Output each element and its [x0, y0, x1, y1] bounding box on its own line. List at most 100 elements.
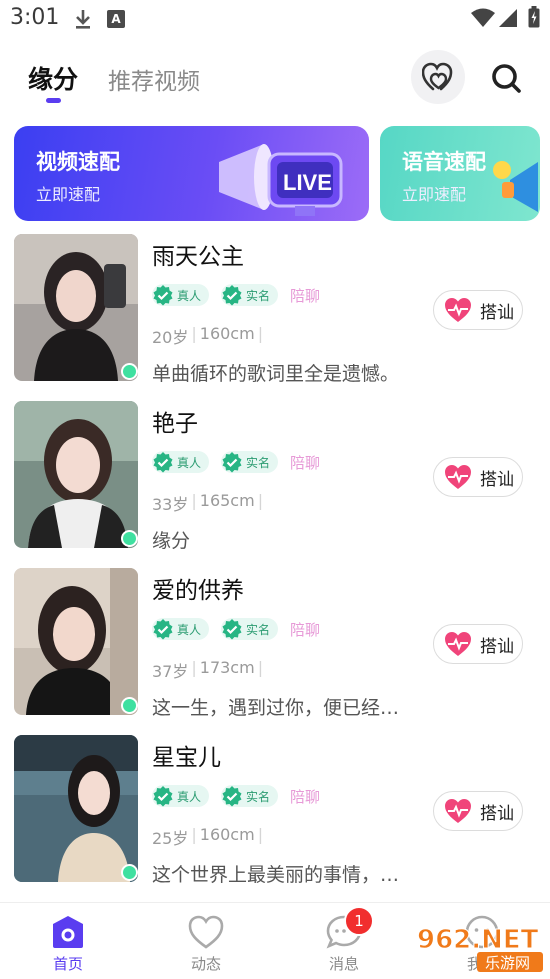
- real-person-tag: 真人: [152, 785, 210, 807]
- verified-badge-icon: [222, 452, 242, 473]
- tag-row: 真人 实名 陪聊: [152, 618, 320, 640]
- user-meta: 37岁 | 173cm |: [152, 658, 264, 681]
- online-indicator: [121, 363, 138, 380]
- user-height: 173cm: [199, 658, 255, 677]
- user-card[interactable]: 艳子 真人 实名 陪聊 33岁 | 165cm | 缘分 搭讪: [0, 401, 550, 568]
- heartbeat-icon: [445, 298, 471, 322]
- download-icon: [76, 10, 90, 29]
- real-person-tag: 真人: [152, 284, 210, 306]
- match-button[interactable]: [411, 50, 465, 104]
- greet-button[interactable]: 搭讪: [433, 624, 523, 664]
- search-icon[interactable]: [490, 62, 522, 94]
- banner-subtitle: 立即速配: [36, 185, 101, 204]
- tag-label: 真人: [177, 622, 202, 637]
- user-meta: 25岁 | 160cm |: [152, 825, 264, 848]
- user-height: 160cm: [199, 825, 255, 844]
- heartbeat-icon: [445, 632, 471, 656]
- user-age: 25岁: [152, 829, 189, 848]
- speaker-art: [493, 161, 538, 212]
- heartbeat-icon: [445, 465, 471, 489]
- user-name: 艳子: [152, 411, 198, 437]
- wifi-icon: [471, 8, 495, 27]
- tag-label: 真人: [177, 288, 202, 303]
- nav-label: 动态: [190, 955, 221, 973]
- greet-label: 搭讪: [480, 636, 514, 657]
- user-card[interactable]: 星宝儿 真人 实名 陪聊 25岁 | 160cm | 这个世界上最美丽的事情，… 搭讪: [0, 735, 550, 902]
- tag-label: 实名: [246, 622, 271, 637]
- verified-badge-icon: [222, 285, 242, 306]
- avatar[interactable]: [14, 234, 138, 381]
- status-time: 3:01: [10, 5, 60, 30]
- svg-text:LIVE: LIVE: [283, 170, 332, 195]
- tab-recommended-videos[interactable]: 推荐视频: [108, 62, 200, 96]
- nav-moments[interactable]: 动态: [166, 903, 246, 979]
- tag-label: 真人: [177, 789, 202, 804]
- nav-messages[interactable]: 1 消息: [304, 903, 384, 979]
- user-height: 165cm: [199, 491, 255, 510]
- chat-tag: 陪聊: [290, 453, 321, 472]
- status-bar: 3:01 A: [0, 0, 550, 36]
- battery-icon: [528, 6, 540, 28]
- user-name: 星宝儿: [152, 745, 221, 771]
- real-name-tag: 实名: [221, 284, 279, 306]
- user-signature: 这个世界上最美丽的事情，…: [152, 864, 400, 886]
- user-name: 雨天公主: [152, 244, 244, 270]
- user-meta: 20岁 | 160cm |: [152, 324, 264, 347]
- verified-badge-icon: [222, 786, 242, 807]
- chat-tag: 陪聊: [290, 787, 321, 806]
- tag-label: 实名: [246, 789, 271, 804]
- online-indicator: [121, 864, 138, 881]
- greet-label: 搭讪: [480, 803, 514, 824]
- greet-button[interactable]: 搭讪: [433, 791, 523, 831]
- tag-row: 真人 实名 陪聊: [152, 451, 320, 473]
- double-heart-icon: [422, 62, 453, 91]
- greet-button[interactable]: 搭讪: [433, 457, 523, 497]
- greet-label: 搭讪: [480, 469, 514, 490]
- user-card[interactable]: 爱的供养 真人 实名 陪聊 37岁 | 173cm | 这一生，遇到过你，便已经… 搭…: [0, 568, 550, 735]
- nav-label: 消息: [328, 955, 359, 973]
- voice-match-banner[interactable]: 语音速配 立即速配: [380, 126, 540, 221]
- nav-label: 首页: [52, 955, 83, 973]
- verified-badge-icon: [222, 619, 242, 640]
- home-icon: [53, 916, 83, 948]
- online-indicator: [121, 530, 138, 547]
- verified-badge-icon: [153, 619, 173, 640]
- user-card[interactable]: 雨天公主 真人 实名 陪聊 20岁 | 160cm | 单曲循环的歌词里全是遗憾。 搭…: [0, 234, 550, 401]
- verified-badge-icon: [153, 285, 173, 306]
- chat-tag: 陪聊: [290, 286, 321, 305]
- avatar[interactable]: [14, 401, 138, 548]
- greet-button[interactable]: 搭讪: [433, 290, 523, 330]
- banner-title: 视频速配: [36, 150, 120, 174]
- video-match-banner[interactable]: 视频速配 立即速配 LIVE: [14, 126, 369, 221]
- watermark-subtext: 乐游网: [485, 954, 530, 972]
- tab-fate[interactable]: 缘分: [28, 60, 78, 96]
- real-name-tag: 实名: [221, 618, 279, 640]
- tag-row: 真人 实名 陪聊: [152, 284, 320, 306]
- unread-badge: 1: [344, 906, 374, 936]
- tab-indicator: [46, 98, 61, 103]
- nav-home[interactable]: 首页: [28, 903, 108, 979]
- banner-title: 语音速配: [402, 150, 486, 174]
- real-person-tag: 真人: [152, 618, 210, 640]
- live-megaphone-art: LIVE: [219, 144, 343, 216]
- user-age: 33岁: [152, 495, 189, 514]
- tag-label: 真人: [177, 455, 202, 470]
- watermark-logo: 962.NET 乐游网: [417, 925, 543, 972]
- greet-label: 搭讪: [480, 302, 514, 323]
- tag-label: 实名: [246, 288, 271, 303]
- heart-outline-icon: [188, 915, 224, 949]
- tag-label: 实名: [246, 455, 271, 470]
- real-name-tag: 实名: [221, 785, 279, 807]
- user-signature: 缘分: [152, 530, 191, 552]
- user-signature: 这一生，遇到过你，便已经…: [152, 697, 400, 719]
- top-bar: 缘分 推荐视频: [0, 40, 550, 120]
- svg-text:962.NET: 962.NET: [417, 925, 539, 955]
- signal-icon: [499, 9, 517, 27]
- user-meta: 33岁 | 165cm |: [152, 491, 264, 514]
- online-indicator: [121, 697, 138, 714]
- avatar[interactable]: [14, 735, 138, 882]
- user-height: 160cm: [199, 324, 255, 343]
- user-name: 爱的供养: [152, 578, 244, 604]
- avatar[interactable]: [14, 568, 138, 715]
- user-signature: 单曲循环的歌词里全是遗憾。: [152, 363, 400, 385]
